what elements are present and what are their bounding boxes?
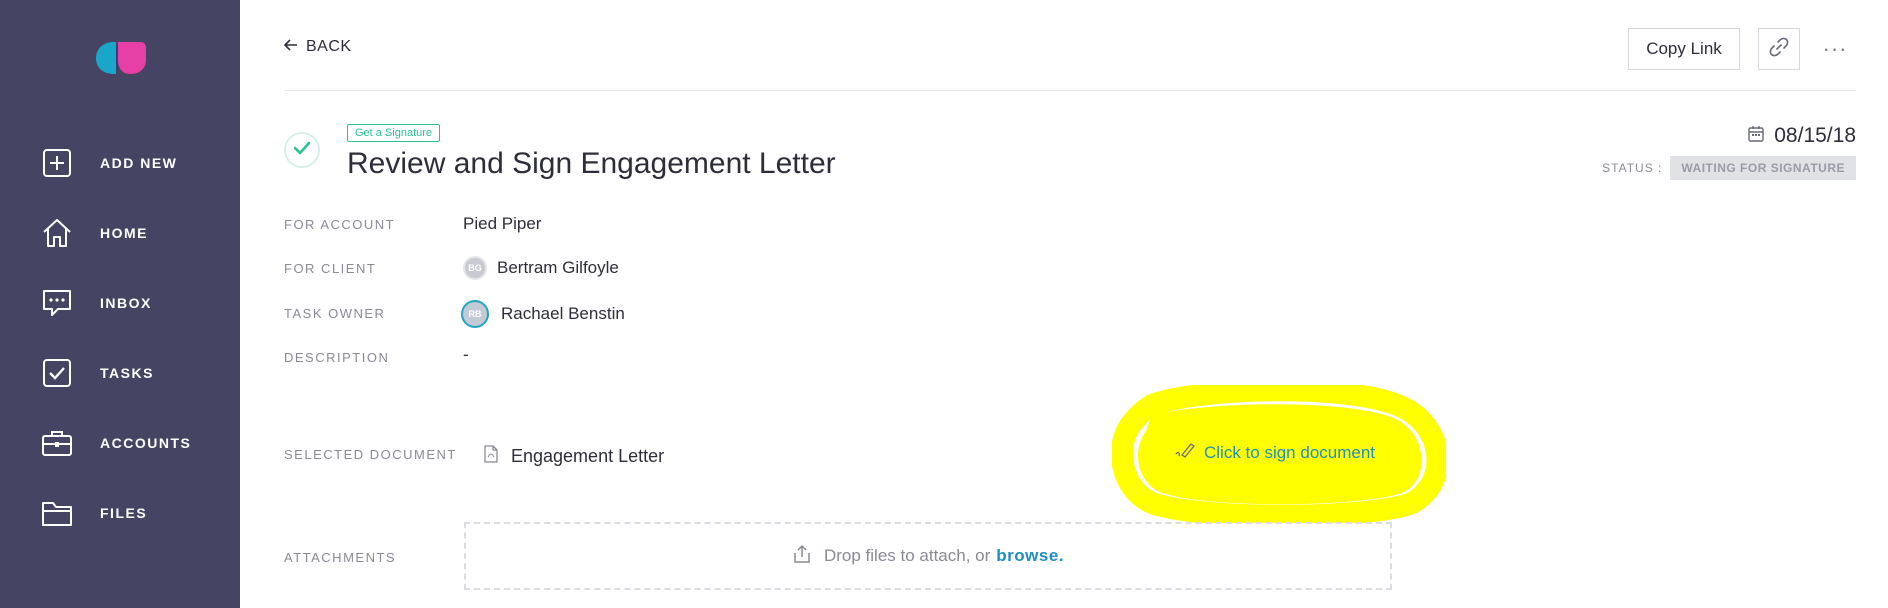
sidebar-item-label: HOME [100, 225, 148, 241]
header-divider [284, 90, 1856, 91]
checkbox-icon [40, 356, 74, 390]
status-badge: WAITING FOR SIGNATURE [1670, 156, 1856, 180]
sidebar-item-home[interactable]: HOME [40, 211, 240, 255]
sidebar: ADD NEW HOME INBOX TASKS ACCOUNTS FILES [0, 0, 240, 608]
upload-icon [792, 544, 812, 569]
attachment-dropzone[interactable]: Drop files to attach, or browse. [464, 522, 1392, 590]
description-value[interactable]: - [463, 345, 469, 365]
back-label: BACK [306, 38, 352, 55]
task-type-tag: Get a Signature [347, 124, 441, 142]
home-icon [40, 216, 74, 250]
task-owner-value[interactable]: RB Rachael Benstin [461, 300, 625, 328]
task-detail-panel: BACK Copy Link ··· Get a Signature Revie… [283, 0, 1856, 608]
sidebar-item-tasks[interactable]: TASKS [40, 351, 240, 395]
top-actions: Copy Link ··· [1628, 28, 1856, 70]
document-name: Engagement Letter [511, 446, 665, 466]
more-horizontal-icon: ··· [1822, 36, 1848, 61]
folder-icon [40, 496, 74, 530]
for-client-value[interactable]: BG Bertram Gilfoyle [463, 256, 619, 280]
plus-square-icon [40, 146, 74, 180]
sidebar-item-label: INBOX [100, 295, 152, 311]
back-button[interactable]: BACK [283, 38, 352, 56]
briefcase-icon [40, 426, 74, 460]
chat-icon [40, 286, 74, 320]
sidebar-item-label: FILES [100, 505, 148, 521]
due-date[interactable]: 08/15/18 [1748, 124, 1856, 148]
for-account-label: FOR ACCOUNT [284, 217, 396, 232]
due-date-value: 08/15/18 [1774, 124, 1856, 147]
avatar: BG [463, 256, 487, 280]
drop-text: Drop files to attach, or [823, 546, 991, 565]
signature-pen-icon [1174, 442, 1196, 463]
copy-link-button[interactable]: Copy Link [1628, 28, 1740, 70]
selected-document[interactable]: Engagement Letter [484, 445, 664, 468]
app-logo[interactable] [94, 40, 148, 76]
arrow-left-icon [283, 38, 298, 56]
browse-link[interactable]: browse. [996, 546, 1064, 566]
owner-name: Rachael Benstin [501, 304, 625, 323]
sidebar-item-label: TASKS [100, 365, 154, 381]
sidebar-item-inbox[interactable]: INBOX [40, 281, 240, 325]
sidebar-item-files[interactable]: FILES [40, 491, 240, 535]
attachments-label: ATTACHMENTS [284, 550, 397, 565]
sign-document-link[interactable]: Click to sign document [1174, 442, 1375, 463]
link-icon [1769, 37, 1789, 62]
description-label: DESCRIPTION [284, 350, 390, 365]
account-name: Pied Piper [463, 214, 542, 233]
more-options-button[interactable]: ··· [1814, 28, 1856, 70]
checkmark-icon [293, 141, 311, 160]
sidebar-item-accounts[interactable]: ACCOUNTS [40, 421, 240, 465]
selected-document-label: SELECTED DOCUMENT [284, 447, 457, 462]
task-owner-label: TASK OWNER [284, 306, 386, 321]
page-title: Review and Sign Engagement Letter [347, 147, 836, 180]
pdf-file-icon [484, 445, 498, 468]
sidebar-item-label: ACCOUNTS [100, 435, 192, 451]
sign-document-label: Click to sign document [1204, 442, 1376, 462]
status-row: STATUS : WAITING FOR SIGNATURE [1602, 156, 1856, 180]
sidebar-item-add-new[interactable]: ADD NEW [40, 141, 240, 185]
task-complete-toggle[interactable] [284, 132, 320, 168]
status-label: STATUS : [1602, 161, 1663, 175]
link-button[interactable] [1758, 28, 1800, 70]
for-client-label: FOR CLIENT [284, 261, 377, 276]
client-name: Bertram Gilfoyle [497, 258, 619, 277]
for-account-value[interactable]: Pied Piper [463, 214, 541, 234]
avatar: RB [461, 300, 489, 328]
calendar-icon [1748, 125, 1764, 147]
sidebar-item-label: ADD NEW [100, 155, 178, 171]
